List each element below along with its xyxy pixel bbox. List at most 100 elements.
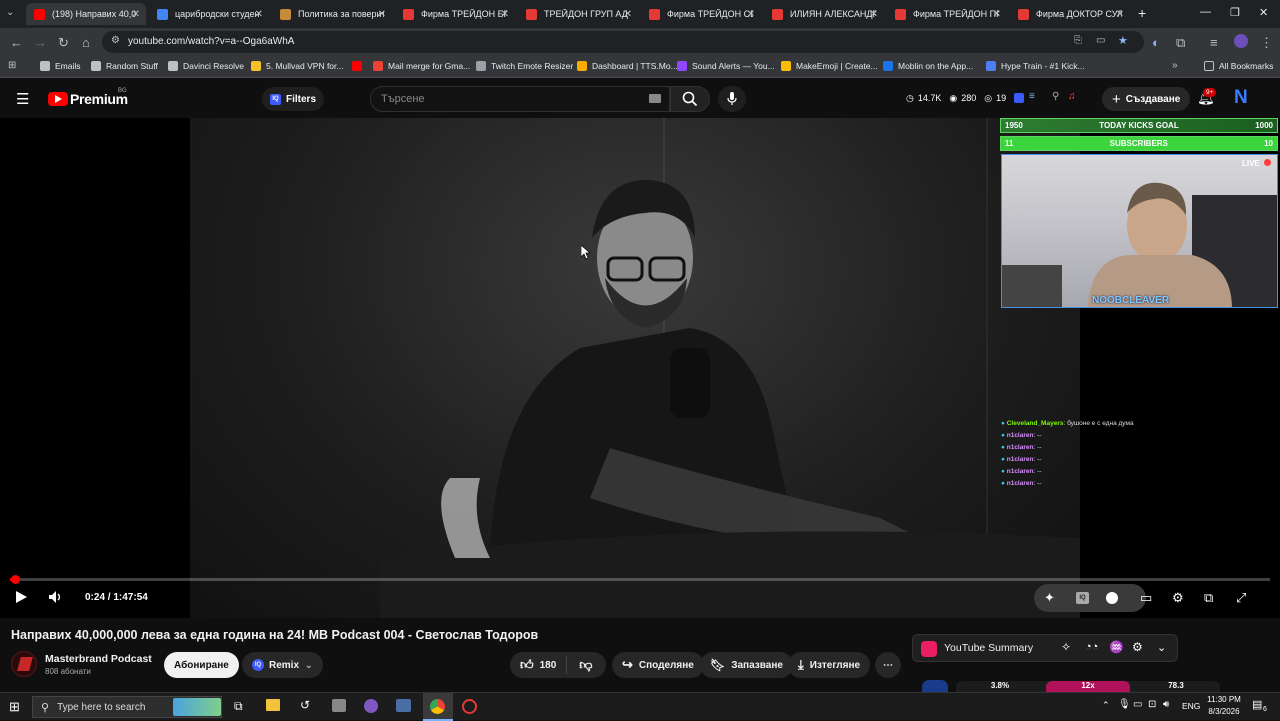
browser-tab[interactable]: Фирма ТРЕЙДОН ПР ✕	[887, 3, 1007, 25]
tab-close-icon[interactable]: ✕	[378, 9, 386, 20]
clock-time[interactable]: 11:30 PM	[1204, 695, 1244, 704]
like-button[interactable]: 👍︎ 180	[510, 656, 568, 674]
video-player[interactable]: 1950 TODAY KICKS GOAL 1000 11 SUBSCRIBER…	[0, 118, 1280, 618]
browser-tab[interactable]: Фирма ТРЕЙДОН СЕ ✕	[641, 3, 761, 25]
tab-close-icon[interactable]: ✕	[501, 9, 509, 20]
fullscreen-icon[interactable]: ⤢	[1236, 590, 1246, 606]
progress-scrubber[interactable]	[11, 575, 20, 584]
tray-display-icon[interactable]: ▭	[1133, 699, 1142, 710]
save-button[interactable]: 🔖︎ Запазване	[700, 652, 793, 678]
bookmark-item[interactable]: Sound Alerts — You...	[677, 61, 775, 71]
list-icon[interactable]: ≡	[1029, 91, 1035, 102]
share-button[interactable]: ↪ Споделяне	[612, 652, 704, 678]
sparkle-ai-icon[interactable]: ✧	[1061, 640, 1071, 654]
bookmark-item[interactable]: Twitch Emote Resizer	[476, 61, 573, 71]
progress-bar[interactable]	[10, 575, 1270, 584]
sparkle-icon[interactable]: ✦	[1044, 590, 1055, 606]
iq-extension-icon[interactable]	[1014, 93, 1024, 103]
channel-avatar[interactable]	[11, 651, 37, 677]
extensions-puzzle-icon[interactable]: ⧉	[1176, 35, 1185, 51]
browser-tab[interactable]: ТРЕЙДОН ГРУП АД ✕	[518, 3, 638, 25]
url-text[interactable]: youtube.com/watch?v=a--Oga6aWhA	[128, 36, 294, 47]
tab-close-icon[interactable]: ✕	[870, 9, 878, 20]
dislike-button[interactable]: 👎︎	[567, 657, 604, 673]
user-avatar[interactable]: N	[1234, 87, 1248, 109]
tab-close-icon[interactable]: ✕	[132, 9, 140, 20]
tray-chevron-icon[interactable]: ⌃	[1102, 700, 1110, 711]
tray-mic-icon[interactable]: 🎙︎	[1118, 699, 1131, 710]
task-view-icon[interactable]: ⧉	[234, 699, 243, 714]
hamburger-menu-icon[interactable]: ☰	[16, 90, 29, 108]
settings-gear-icon[interactable]: ⚙	[1172, 590, 1184, 606]
minimize-icon[interactable]: —	[1200, 6, 1211, 18]
windows-start-icon[interactable]: ⊞	[9, 699, 20, 715]
app-icon-8[interactable]	[462, 699, 477, 714]
tab-close-icon[interactable]: ✕	[747, 9, 755, 20]
app-icon-3[interactable]: ↺	[300, 698, 310, 712]
bookmark-item[interactable]: Davinci Resolve	[168, 61, 244, 71]
iq-player-icon[interactable]: IQ	[1076, 592, 1089, 604]
volume-button[interactable]	[48, 590, 64, 607]
browser-tab[interactable]: Фирма ТРЕЙДОН БГ ✕	[395, 3, 515, 25]
audio-waves-icon[interactable]: ♒	[1109, 640, 1124, 654]
alert-icon[interactable]: ♫	[1068, 91, 1076, 102]
tab-close-icon[interactable]: ✕	[993, 9, 1001, 20]
app-icon-6[interactable]	[396, 699, 411, 712]
app-icon-5[interactable]	[364, 699, 378, 713]
tray-network-icon[interactable]: ⊡	[1148, 699, 1156, 710]
keyboard-icon[interactable]	[649, 94, 661, 103]
bookmark-item[interactable]: Hype Train - #1 Kick...	[986, 61, 1085, 71]
browser-tab[interactable]: ИЛИЯН АЛЕКСАНДР ✕	[764, 3, 884, 25]
bookmark-item[interactable]: 5. Mullvad VPN for...	[251, 61, 343, 71]
channel-name[interactable]: Masterbrand Podcast	[45, 653, 152, 665]
chrome-taskbar-button[interactable]	[423, 693, 453, 721]
new-tab-button[interactable]: +	[1138, 5, 1146, 21]
restore-icon[interactable]: ❐	[1230, 6, 1240, 19]
translate-icon[interactable]: ⎘	[1074, 35, 1082, 46]
taskbar-search-input[interactable]: ⚲ Type here to search	[32, 696, 222, 718]
bookmark-item[interactable]: Moblin on the App...	[883, 61, 973, 71]
more-bookmarks-icon[interactable]: »	[1172, 60, 1178, 71]
bookmark-item[interactable]: Mail merge for Gma...	[373, 61, 470, 71]
download-button[interactable]: ⤓ Изтегляне	[788, 652, 871, 678]
miniplayer-icon[interactable]: ⧉	[1204, 590, 1213, 606]
tray-volume-icon[interactable]: 🔊︎	[1163, 699, 1169, 710]
tab-close-icon[interactable]: ✕	[1116, 9, 1124, 20]
back-icon[interactable]: ←	[10, 35, 23, 50]
browser-tab[interactable]: Фирма ДОКТОР СУЛ ✕	[1010, 3, 1130, 25]
glasses-icon[interactable]: ◔◔	[1085, 641, 1098, 653]
summary-chevron-icon[interactable]: ⌄	[1157, 641, 1166, 654]
bookmark-item[interactable]: Emails	[40, 61, 81, 71]
play-button[interactable]	[14, 590, 28, 607]
summary-settings-icon[interactable]: ⚙	[1132, 640, 1143, 654]
all-bookmarks-button[interactable]: All Bookmarks	[1204, 61, 1273, 71]
remix-button[interactable]: IQ Remix ⌄	[242, 652, 323, 678]
reading-list-icon[interactable]: ≡	[1210, 35, 1218, 50]
close-window-icon[interactable]: ✕	[1259, 6, 1268, 19]
browser-tab[interactable]: Политика за поверит ✕	[272, 3, 392, 25]
tab-close-icon[interactable]: ✕	[624, 9, 632, 20]
subscribe-button[interactable]: Абониране	[164, 652, 239, 678]
search-button[interactable]	[670, 86, 710, 112]
bookmark-item[interactable]	[352, 61, 367, 71]
extension-icon[interactable]: ◐	[1152, 35, 1160, 50]
bookmark-item[interactable]: Random Stuff	[91, 61, 158, 71]
create-button[interactable]: + Създаване	[1102, 87, 1191, 111]
browser-tab[interactable]: царибродски студен ✕	[149, 3, 269, 25]
more-actions-button[interactable]: ⋯	[875, 652, 901, 678]
reload-icon[interactable]: ↻	[58, 35, 69, 51]
forward-icon[interactable]: →	[34, 35, 47, 50]
filters-button[interactable]: IQ Filters	[262, 87, 325, 111]
subtitles-icon[interactable]: ▭	[1140, 590, 1152, 606]
bookmark-star-icon[interactable]: ★	[1118, 34, 1128, 47]
site-info-icon[interactable]: ⚙	[111, 35, 120, 46]
cast-icon[interactable]: ▭	[1096, 35, 1105, 46]
bookmark-item[interactable]: MakeEmoji | Create...	[781, 61, 878, 71]
settings-extension-icon[interactable]: ⚲	[1052, 91, 1059, 102]
language-indicator[interactable]: ENG	[1182, 701, 1200, 711]
home-icon[interactable]: ⌂	[82, 35, 90, 50]
file-explorer-icon[interactable]	[266, 699, 280, 711]
menu-dots-icon[interactable]: ⋮	[1260, 35, 1273, 51]
tab-close-icon[interactable]: ✕	[255, 9, 263, 20]
search-input[interactable]: Търсене	[370, 86, 670, 112]
